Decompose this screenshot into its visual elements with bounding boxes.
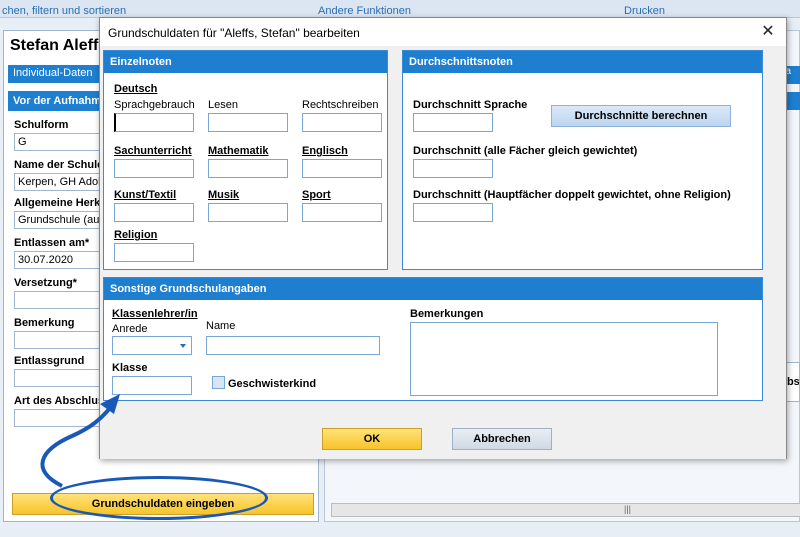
- input-sprachgebrauch[interactable]: [114, 113, 194, 132]
- label-class: Klasse: [112, 362, 148, 374]
- label-lesen: Lesen: [208, 99, 238, 111]
- field-school-name[interactable]: Kerpen, GH Adolf: [14, 173, 106, 191]
- highlight-ellipse: [50, 476, 268, 520]
- field-origin[interactable]: Grundschule (auc: [14, 211, 106, 229]
- ribbon-tab-print[interactable]: Drucken: [624, 0, 684, 18]
- input-rechtschreiben[interactable]: [302, 113, 382, 132]
- group-other-data: Sonstige Grundschulangaben Klassenlehrer…: [103, 277, 763, 401]
- field-schulform[interactable]: G: [14, 133, 106, 151]
- ribbon-tab-functions[interactable]: Andere Funktionen: [318, 0, 458, 18]
- label-rechtschreiben: Rechtschreiben: [302, 99, 379, 111]
- label-religion: Religion: [114, 229, 158, 241]
- label-englisch: Englisch: [302, 145, 348, 157]
- top-ribbon: chen, filtern und sortieren Andere Funkt…: [0, 0, 800, 18]
- calculate-averages-button[interactable]: Durchschnitte berechnen: [551, 105, 731, 127]
- input-average-all[interactable]: [413, 159, 493, 178]
- dialog-title: Grundschuldaten für "Aleffs, Stefan" bea…: [108, 26, 360, 40]
- input-sport[interactable]: [302, 203, 382, 222]
- label-discharge-reason: Entlassgrund: [14, 355, 85, 367]
- label-average-main: Durchschnitt (Hauptfächer doppelt gewich…: [413, 189, 731, 201]
- label-sachunterricht: Sachunterricht: [114, 145, 192, 157]
- input-lesen[interactable]: [208, 113, 288, 132]
- field-degree-type[interactable]: [14, 409, 106, 427]
- dialog-body: Einzelnoten Deutsch Sprachgebrauch Lesen…: [100, 46, 786, 459]
- ok-button[interactable]: OK: [322, 428, 422, 450]
- label-sprachgebrauch: Sprachgebrauch: [114, 99, 195, 111]
- tab-individual-data[interactable]: Individual-Daten: [8, 65, 108, 83]
- primary-school-data-dialog: Grundschuldaten für "Aleffs, Stefan" bea…: [99, 17, 787, 459]
- close-icon[interactable]: ✕: [758, 22, 778, 42]
- label-school-name: Name der Schule: [14, 159, 104, 171]
- group-average-grades: Durchschnittsnoten Durchschnitt Sprache …: [402, 50, 763, 270]
- label-sibling: Geschwisterkind: [228, 378, 317, 390]
- label-average-language: Durchschnitt Sprache: [413, 99, 528, 111]
- label-salutation: Anrede: [112, 323, 148, 335]
- input-average-main[interactable]: [413, 203, 493, 222]
- input-kunst-textil[interactable]: [114, 203, 194, 222]
- label-schulform: Schulform: [14, 119, 69, 131]
- field-promotion[interactable]: [14, 291, 106, 309]
- horizontal-scrollbar[interactable]: |||: [331, 503, 800, 517]
- chevron-down-icon: [180, 344, 186, 348]
- label-class-teacher: Klassenlehrer/in: [112, 308, 198, 320]
- group-individual-grades: Einzelnoten Deutsch Sprachgebrauch Lesen…: [103, 50, 388, 270]
- label-discharged: Entlassen am*: [14, 237, 90, 249]
- label-deutsch: Deutsch: [114, 83, 158, 95]
- student-name: Stefan Aleffs: [10, 37, 108, 54]
- remarks-textarea[interactable]: [410, 322, 718, 396]
- cancel-button[interactable]: Abbrechen: [452, 428, 552, 450]
- label-teacher-name: Name: [206, 320, 236, 332]
- salutation-select[interactable]: [112, 336, 192, 355]
- ribbon-tab-search[interactable]: chen, filtern und sortieren: [2, 0, 202, 18]
- label-promotion: Versetzung*: [14, 277, 77, 289]
- label-sport: Sport: [302, 189, 331, 201]
- label-remark: Bemerkung: [14, 317, 75, 329]
- label-degree-type: Art des Abschlus: [14, 395, 105, 407]
- label-average-all: Durchschnitt (alle Fächer gleich gewicht…: [413, 145, 638, 157]
- field-discharged[interactable]: 30.07.2020: [14, 251, 106, 269]
- input-average-language[interactable]: [413, 113, 493, 132]
- sibling-checkbox[interactable]: [212, 376, 225, 389]
- label-kunst-textil: Kunst/Textil: [114, 189, 177, 201]
- scroll-grip: |||: [624, 504, 632, 514]
- input-teacher-name[interactable]: [206, 336, 380, 355]
- label-origin: Allgemeine Herk: [14, 197, 101, 209]
- field-remark[interactable]: [14, 331, 106, 349]
- group-header-other-data: Sonstige Grundschulangaben: [104, 278, 762, 300]
- group-header-individual-grades: Einzelnoten: [104, 51, 387, 73]
- input-englisch[interactable]: [302, 159, 382, 178]
- input-musik[interactable]: [208, 203, 288, 222]
- label-musik: Musik: [208, 189, 240, 201]
- input-religion[interactable]: [114, 243, 194, 262]
- input-class[interactable]: [112, 376, 192, 395]
- input-mathematik[interactable]: [208, 159, 288, 178]
- label-mathematik: Mathematik: [208, 145, 269, 157]
- group-header-average-grades: Durchschnittsnoten: [403, 51, 762, 73]
- input-sachunterricht[interactable]: [114, 159, 194, 178]
- label-remarks: Bemerkungen: [410, 308, 484, 320]
- field-discharge-reason[interactable]: [14, 369, 106, 387]
- section-before-admission: Vor der Aufnahme: [8, 91, 108, 111]
